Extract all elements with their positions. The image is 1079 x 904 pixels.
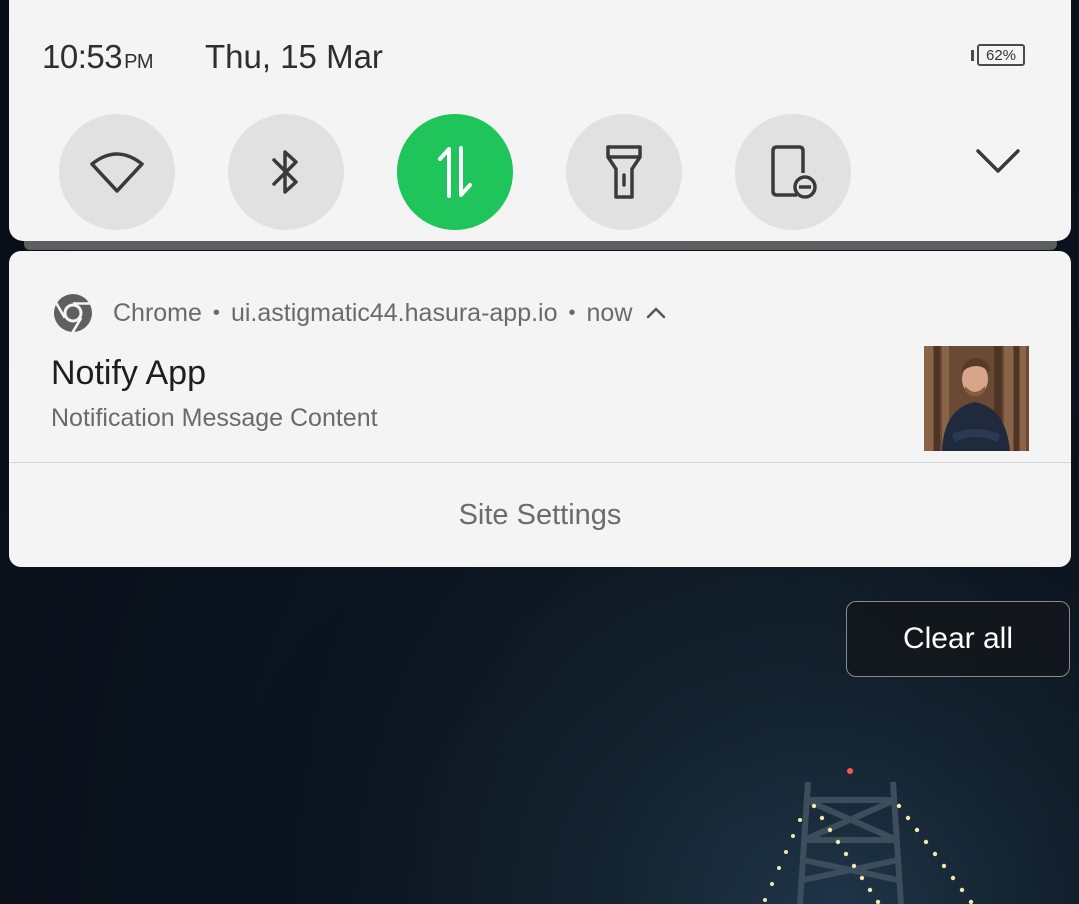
chrome-icon xyxy=(54,294,92,333)
clear-all-button[interactable]: Clear all xyxy=(846,601,1070,677)
battery-level: 62% xyxy=(977,44,1025,66)
expand-quick-settings-button[interactable] xyxy=(967,138,1029,184)
battery-icon xyxy=(971,50,974,61)
notification-header: Chrome • ui.astigmatic44.hasura-app.io •… xyxy=(53,291,666,335)
tile-wifi[interactable] xyxy=(59,114,175,230)
chevron-up-icon[interactable] xyxy=(646,306,666,320)
time-value: 10:53 xyxy=(42,38,123,75)
bluetooth-icon xyxy=(272,150,298,194)
notification-image xyxy=(924,346,1029,451)
header-separator: • xyxy=(568,301,576,324)
notification-card[interactable]: Chrome • ui.astigmatic44.hasura-app.io •… xyxy=(9,251,1071,567)
portrait-lock-icon xyxy=(771,145,817,199)
time-ampm: PM xyxy=(124,51,154,73)
wifi-icon xyxy=(90,152,144,193)
status-date: Thu, 15 Mar xyxy=(205,38,383,75)
chevron-down-icon xyxy=(976,149,1020,173)
tile-flashlight[interactable] xyxy=(566,114,682,230)
notification-source: ui.astigmatic44.hasura-app.io xyxy=(230,298,558,327)
status-time: 10:53 PM xyxy=(42,38,154,76)
notification-time: now xyxy=(586,298,633,327)
notification-text: Notification Message Content xyxy=(51,404,378,432)
notification-app-name: Chrome xyxy=(113,298,202,327)
data-transfer-icon xyxy=(438,146,472,198)
flashlight-icon xyxy=(606,145,642,199)
tile-bluetooth[interactable] xyxy=(228,114,344,230)
battery-indicator: 62% xyxy=(971,44,1027,68)
header-separator: • xyxy=(212,301,220,324)
tile-mobile-data[interactable] xyxy=(397,114,513,230)
notification-title: Notify App xyxy=(51,354,206,392)
quick-settings-panel: 10:53 PM Thu, 15 Mar 62% xyxy=(9,0,1071,241)
site-settings-button[interactable]: Site Settings xyxy=(9,463,1071,567)
tile-screen-rotation-lock[interactable] xyxy=(735,114,851,230)
